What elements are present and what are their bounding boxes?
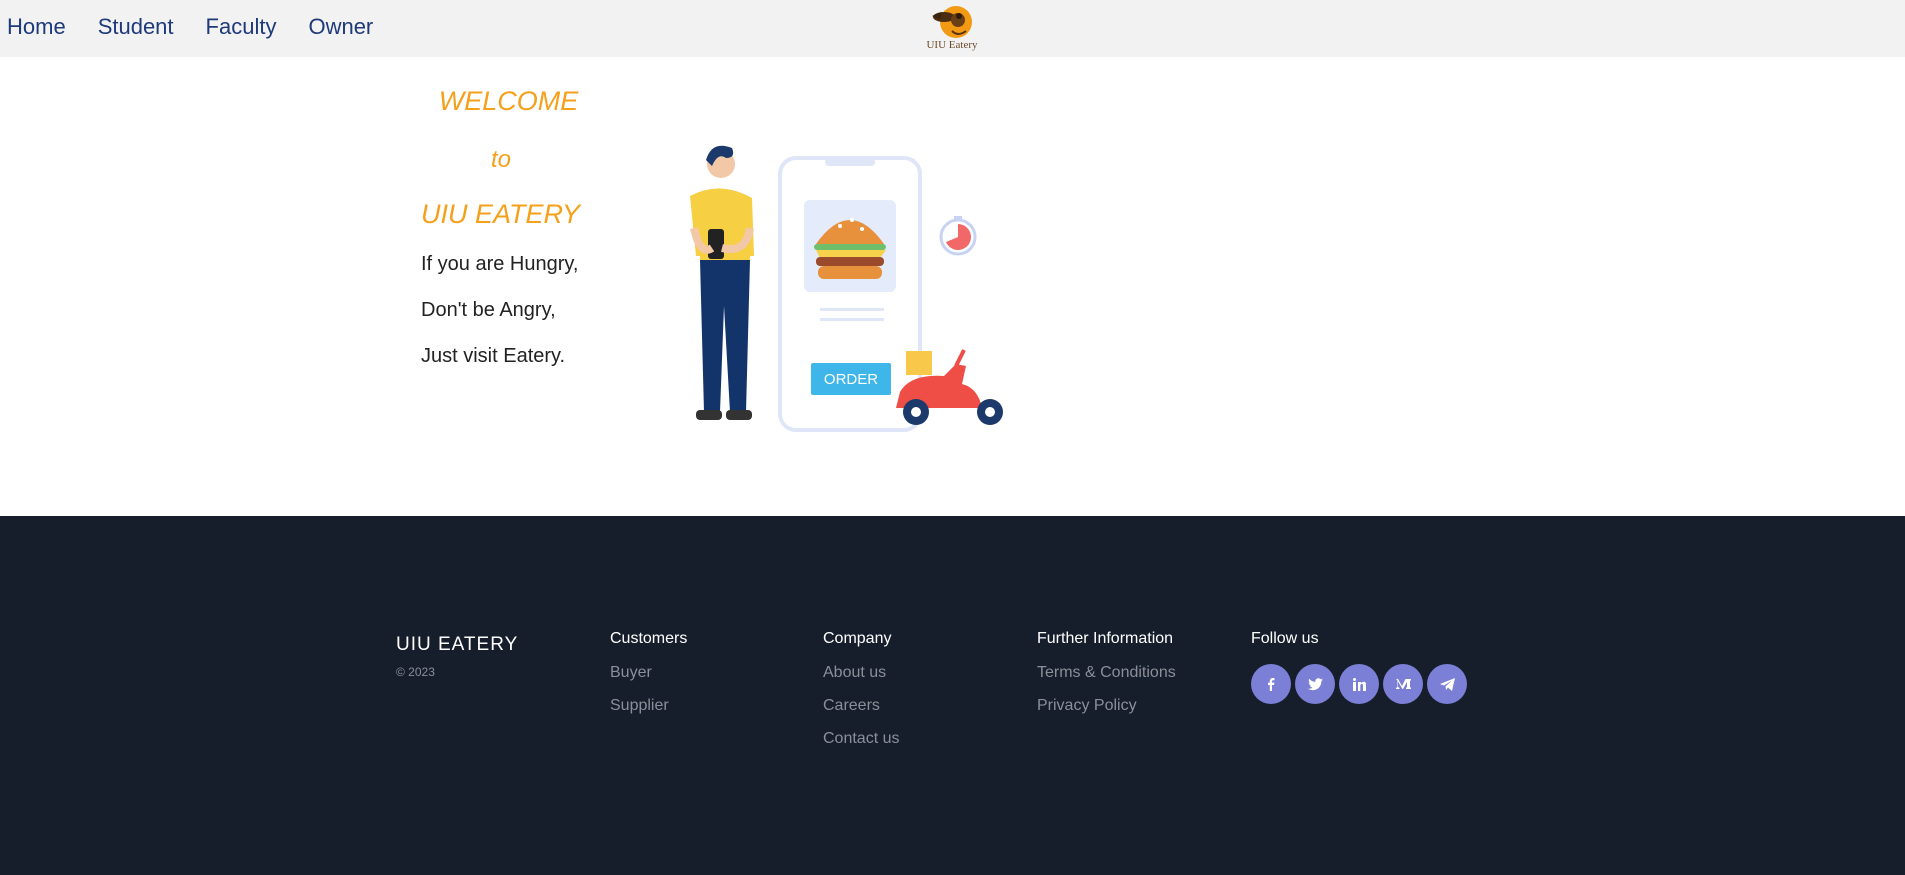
top-navbar: Home Student Faculty Owner UIU Eatery (0, 0, 1905, 57)
footer-column-customers: Customers Buyer Supplier (610, 630, 687, 730)
nav-owner-link[interactable]: Owner (308, 14, 373, 40)
footer-column-further-info: Further Information Terms & Conditions P… (1037, 630, 1176, 730)
logo-text: UIU Eatery (926, 39, 978, 51)
nav-faculty-link[interactable]: Faculty (206, 14, 277, 40)
medium-icon[interactable] (1383, 664, 1423, 704)
site-logo[interactable]: UIU Eatery (920, 3, 984, 55)
footer-column-follow: Follow us (1251, 630, 1467, 704)
footer-link-supplier[interactable]: Supplier (610, 697, 687, 715)
footer-column-title: Follow us (1251, 630, 1319, 647)
footer-link-contact[interactable]: Contact us (823, 730, 899, 748)
food-order-illustration: ORDER (690, 145, 1003, 432)
hero-brand: UIU EATERY (421, 199, 581, 229)
hero-welcome: WELCOME (438, 86, 579, 116)
facebook-icon[interactable] (1251, 664, 1291, 704)
footer-column-title: Customers (610, 630, 688, 647)
nav-student-link[interactable]: Student (98, 14, 174, 40)
hero-line-3: Just visit Eatery. (421, 345, 566, 367)
telegram-icon[interactable] (1427, 664, 1467, 704)
hero-line-1: If you are Hungry, (421, 253, 579, 275)
footer-link-privacy[interactable]: Privacy Policy (1037, 697, 1176, 715)
linkedin-icon[interactable] (1339, 664, 1379, 704)
site-footer: UIU EATERY © 2023 Customers Buyer Suppli… (0, 516, 1905, 875)
footer-column-title: Further Information (1037, 630, 1174, 647)
footer-column-company: Company About us Careers Contact us (823, 630, 899, 763)
order-button-label: ORDER (824, 371, 878, 388)
twitter-icon[interactable] (1295, 664, 1335, 704)
footer-brand: UIU EATERY (396, 634, 519, 655)
footer-column-title: Company (823, 630, 892, 647)
nav-home-link[interactable]: Home (7, 14, 66, 40)
footer-link-careers[interactable]: Careers (823, 697, 899, 715)
footer-link-about[interactable]: About us (823, 664, 899, 682)
hero-line-2: Don't be Angry, (421, 299, 556, 321)
hero-to: to (490, 146, 511, 173)
footer-link-buyer[interactable]: Buyer (610, 664, 687, 682)
footer-copyright: © 2023 (396, 665, 435, 679)
social-links (1251, 664, 1467, 704)
footer-link-terms[interactable]: Terms & Conditions (1037, 664, 1176, 682)
nav-links: Home Student Faculty Owner (0, 0, 398, 53)
logo-icon (932, 6, 972, 38)
